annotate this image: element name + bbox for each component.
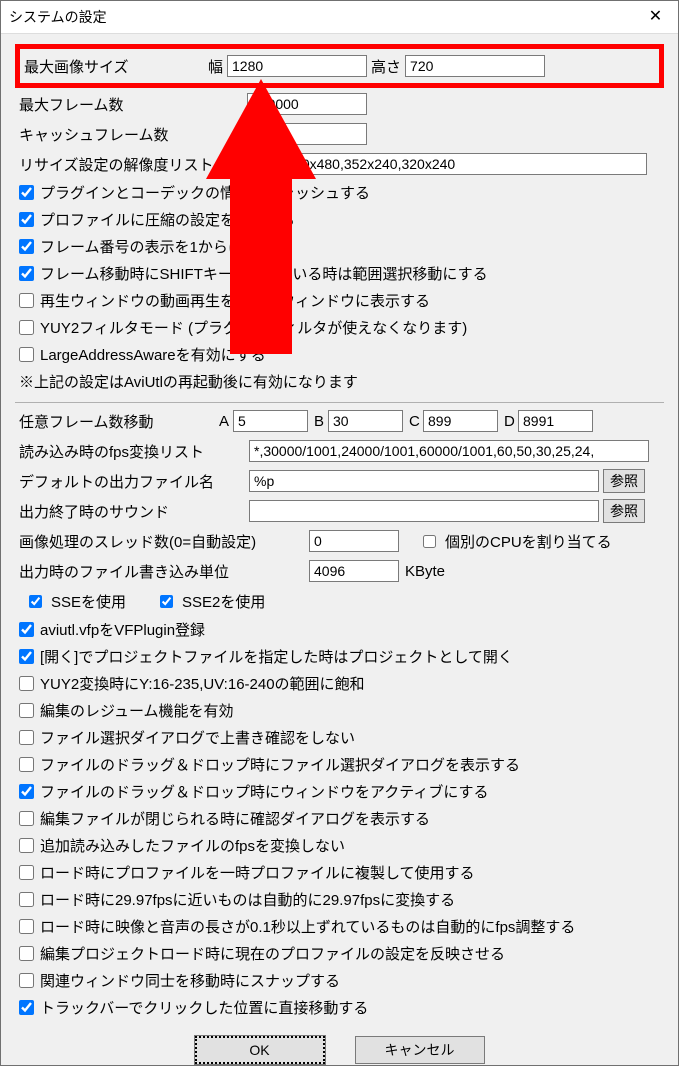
afm-d-label: D bbox=[504, 413, 518, 430]
chk-resume-box[interactable] bbox=[19, 703, 34, 718]
chk-addload-fps[interactable]: 追加読み込みしたファイルのfpsを変換しない bbox=[15, 835, 664, 856]
chk-shift-range[interactable]: フレーム移動時にSHIFTキーを押している時は範囲選択移動にする bbox=[15, 263, 664, 284]
write-unit-input[interactable] bbox=[309, 560, 399, 582]
ok-button[interactable]: OK bbox=[195, 1036, 325, 1064]
chk-open-project[interactable]: [開く]でプロジェクトファイルを指定した時はプロジェクトとして開く bbox=[15, 646, 664, 667]
chk-snap-windows[interactable]: 関連ウィンドウ同士を移動時にスナップする bbox=[15, 970, 664, 991]
afm-b-input[interactable] bbox=[328, 410, 403, 432]
def-out-label: デフォルトの出力ファイル名 bbox=[15, 471, 249, 492]
chk-play-main[interactable]: 再生ウィンドウの動画再生をメインウィンドウに表示する bbox=[15, 290, 664, 311]
chk-yuy2-filter[interactable]: YUY2フィルタモード (プラグインフィルタが使えなくなります) bbox=[15, 317, 664, 338]
restart-note: ※上記の設定はAviUtlの再起動後に有効になります bbox=[19, 371, 664, 392]
max-frames-label: 最大フレーム数 bbox=[15, 94, 247, 115]
chk-load-2997[interactable]: ロード時に29.97fpsに近いものは自動的に29.97fpsに変換する bbox=[15, 889, 664, 910]
fps-list-input[interactable] bbox=[249, 440, 649, 462]
end-sound-label: 出力終了時のサウンド bbox=[15, 501, 249, 522]
chk-load-profile-copy-box[interactable] bbox=[19, 865, 34, 880]
chk-shift-range-box[interactable] bbox=[19, 266, 34, 281]
resize-list-input[interactable] bbox=[247, 153, 647, 175]
chk-trackbar-direct[interactable]: トラックバーでクリックした位置に直接移動する bbox=[15, 997, 664, 1018]
chk-load-profile-apply-box[interactable] bbox=[19, 946, 34, 961]
close-icon: ✕ bbox=[649, 9, 662, 25]
any-frame-move-label: 任意フレーム数移動 bbox=[15, 411, 219, 432]
width-input[interactable] bbox=[227, 55, 367, 77]
chk-cpu-assign[interactable]: 個別のCPUを割り当てる bbox=[419, 531, 612, 552]
chk-profile-compress[interactable]: プロファイルに圧縮の設定を保持する bbox=[15, 209, 664, 230]
chk-laa-box[interactable] bbox=[19, 347, 34, 362]
afm-d-input[interactable] bbox=[518, 410, 593, 432]
afm-b-label: B bbox=[314, 413, 328, 430]
chk-trackbar-direct-box[interactable] bbox=[19, 1000, 34, 1015]
chk-load-fps-adjust-box[interactable] bbox=[19, 919, 34, 934]
chk-dnd-dialog-box[interactable] bbox=[19, 757, 34, 772]
chk-overwrite[interactable]: ファイル選択ダイアログで上書き確認をしない bbox=[15, 727, 664, 748]
close-button[interactable]: ✕ bbox=[633, 1, 678, 33]
chk-sse[interactable]: SSEを使用 bbox=[25, 591, 126, 612]
chk-plugin-cache[interactable]: プラグインとコーデックの情報をキャッシュする bbox=[15, 182, 664, 203]
chk-frame-from-one[interactable]: フレーム番号の表示を1からにする bbox=[15, 236, 664, 257]
chk-plugin-cache-box[interactable] bbox=[19, 185, 34, 200]
resize-list-label: リサイズ設定の解像度リスト bbox=[15, 154, 247, 175]
chk-yuy2-filter-box[interactable] bbox=[19, 320, 34, 335]
chk-sse-box[interactable] bbox=[29, 595, 42, 608]
chk-dnd-active-box[interactable] bbox=[19, 784, 34, 799]
chk-profile-compress-box[interactable] bbox=[19, 212, 34, 227]
max-image-size-highlight: 最大画像サイズ 幅 高さ bbox=[15, 44, 664, 88]
chk-sse2-box[interactable] bbox=[160, 595, 173, 608]
afm-c-label: C bbox=[409, 413, 423, 430]
max-image-size-label: 最大画像サイズ bbox=[24, 56, 204, 77]
chk-sse2[interactable]: SSE2を使用 bbox=[156, 591, 265, 612]
height-label: 高さ bbox=[371, 56, 401, 77]
write-unit-label: 出力時のファイル書き込み単位 bbox=[15, 561, 309, 582]
chk-open-project-box[interactable] bbox=[19, 649, 34, 664]
def-out-input[interactable] bbox=[249, 470, 599, 492]
window-title: システムの設定 bbox=[9, 7, 107, 27]
fps-list-label: 読み込み時のfps変換リスト bbox=[15, 441, 249, 462]
end-sound-browse[interactable]: 参照 bbox=[603, 499, 645, 523]
titlebar: システムの設定 ✕ bbox=[1, 1, 678, 34]
chk-play-main-box[interactable] bbox=[19, 293, 34, 308]
chk-resume[interactable]: 編集のレジューム機能を有効 bbox=[15, 700, 664, 721]
chk-vfplugin-box[interactable] bbox=[19, 622, 34, 637]
chk-overwrite-box[interactable] bbox=[19, 730, 34, 745]
chk-load-2997-box[interactable] bbox=[19, 892, 34, 907]
afm-c-input[interactable] bbox=[423, 410, 498, 432]
chk-close-confirm[interactable]: 編集ファイルが閉じられる時に確認ダイアログを表示する bbox=[15, 808, 664, 829]
def-out-browse[interactable]: 参照 bbox=[603, 469, 645, 493]
chk-cpu-assign-box[interactable] bbox=[423, 535, 436, 548]
width-label: 幅 bbox=[208, 56, 223, 77]
chk-addload-fps-box[interactable] bbox=[19, 838, 34, 853]
threads-input[interactable] bbox=[309, 530, 399, 552]
max-frames-input[interactable] bbox=[247, 93, 367, 115]
chk-load-profile-apply[interactable]: 編集プロジェクトロード時に現在のプロファイルの設定を反映させる bbox=[15, 943, 664, 964]
threads-label: 画像処理のスレッド数(0=自動設定) bbox=[15, 531, 309, 552]
chk-load-fps-adjust[interactable]: ロード時に映像と音声の長さが0.1秒以上ずれているものは自動的にfps調整する bbox=[15, 916, 664, 937]
chk-yuy2-sat-box[interactable] bbox=[19, 676, 34, 691]
chk-snap-windows-box[interactable] bbox=[19, 973, 34, 988]
height-input[interactable] bbox=[405, 55, 545, 77]
separator bbox=[15, 402, 664, 403]
cache-frames-input[interactable] bbox=[247, 123, 367, 145]
chk-laa[interactable]: LargeAddressAwareを有効にする bbox=[15, 344, 664, 365]
chk-close-confirm-box[interactable] bbox=[19, 811, 34, 826]
cancel-button[interactable]: キャンセル bbox=[355, 1036, 485, 1064]
chk-yuy2-sat[interactable]: YUY2変換時にY:16-235,UV:16-240の範囲に飽和 bbox=[15, 673, 664, 694]
chk-vfplugin[interactable]: aviutl.vfpをVFPlugin登録 bbox=[15, 619, 664, 640]
chk-frame-from-one-box[interactable] bbox=[19, 239, 34, 254]
afm-a-label: A bbox=[219, 413, 233, 430]
chk-dnd-active[interactable]: ファイルのドラッグ＆ドロップ時にウィンドウをアクティブにする bbox=[15, 781, 664, 802]
afm-a-input[interactable] bbox=[233, 410, 308, 432]
end-sound-input[interactable] bbox=[249, 500, 599, 522]
chk-dnd-dialog[interactable]: ファイルのドラッグ＆ドロップ時にファイル選択ダイアログを表示する bbox=[15, 754, 664, 775]
cache-frames-label: キャッシュフレーム数 bbox=[15, 124, 247, 145]
chk-load-profile-copy[interactable]: ロード時にプロファイルを一時プロファイルに複製して使用する bbox=[15, 862, 664, 883]
write-unit-suffix: KByte bbox=[405, 563, 445, 580]
